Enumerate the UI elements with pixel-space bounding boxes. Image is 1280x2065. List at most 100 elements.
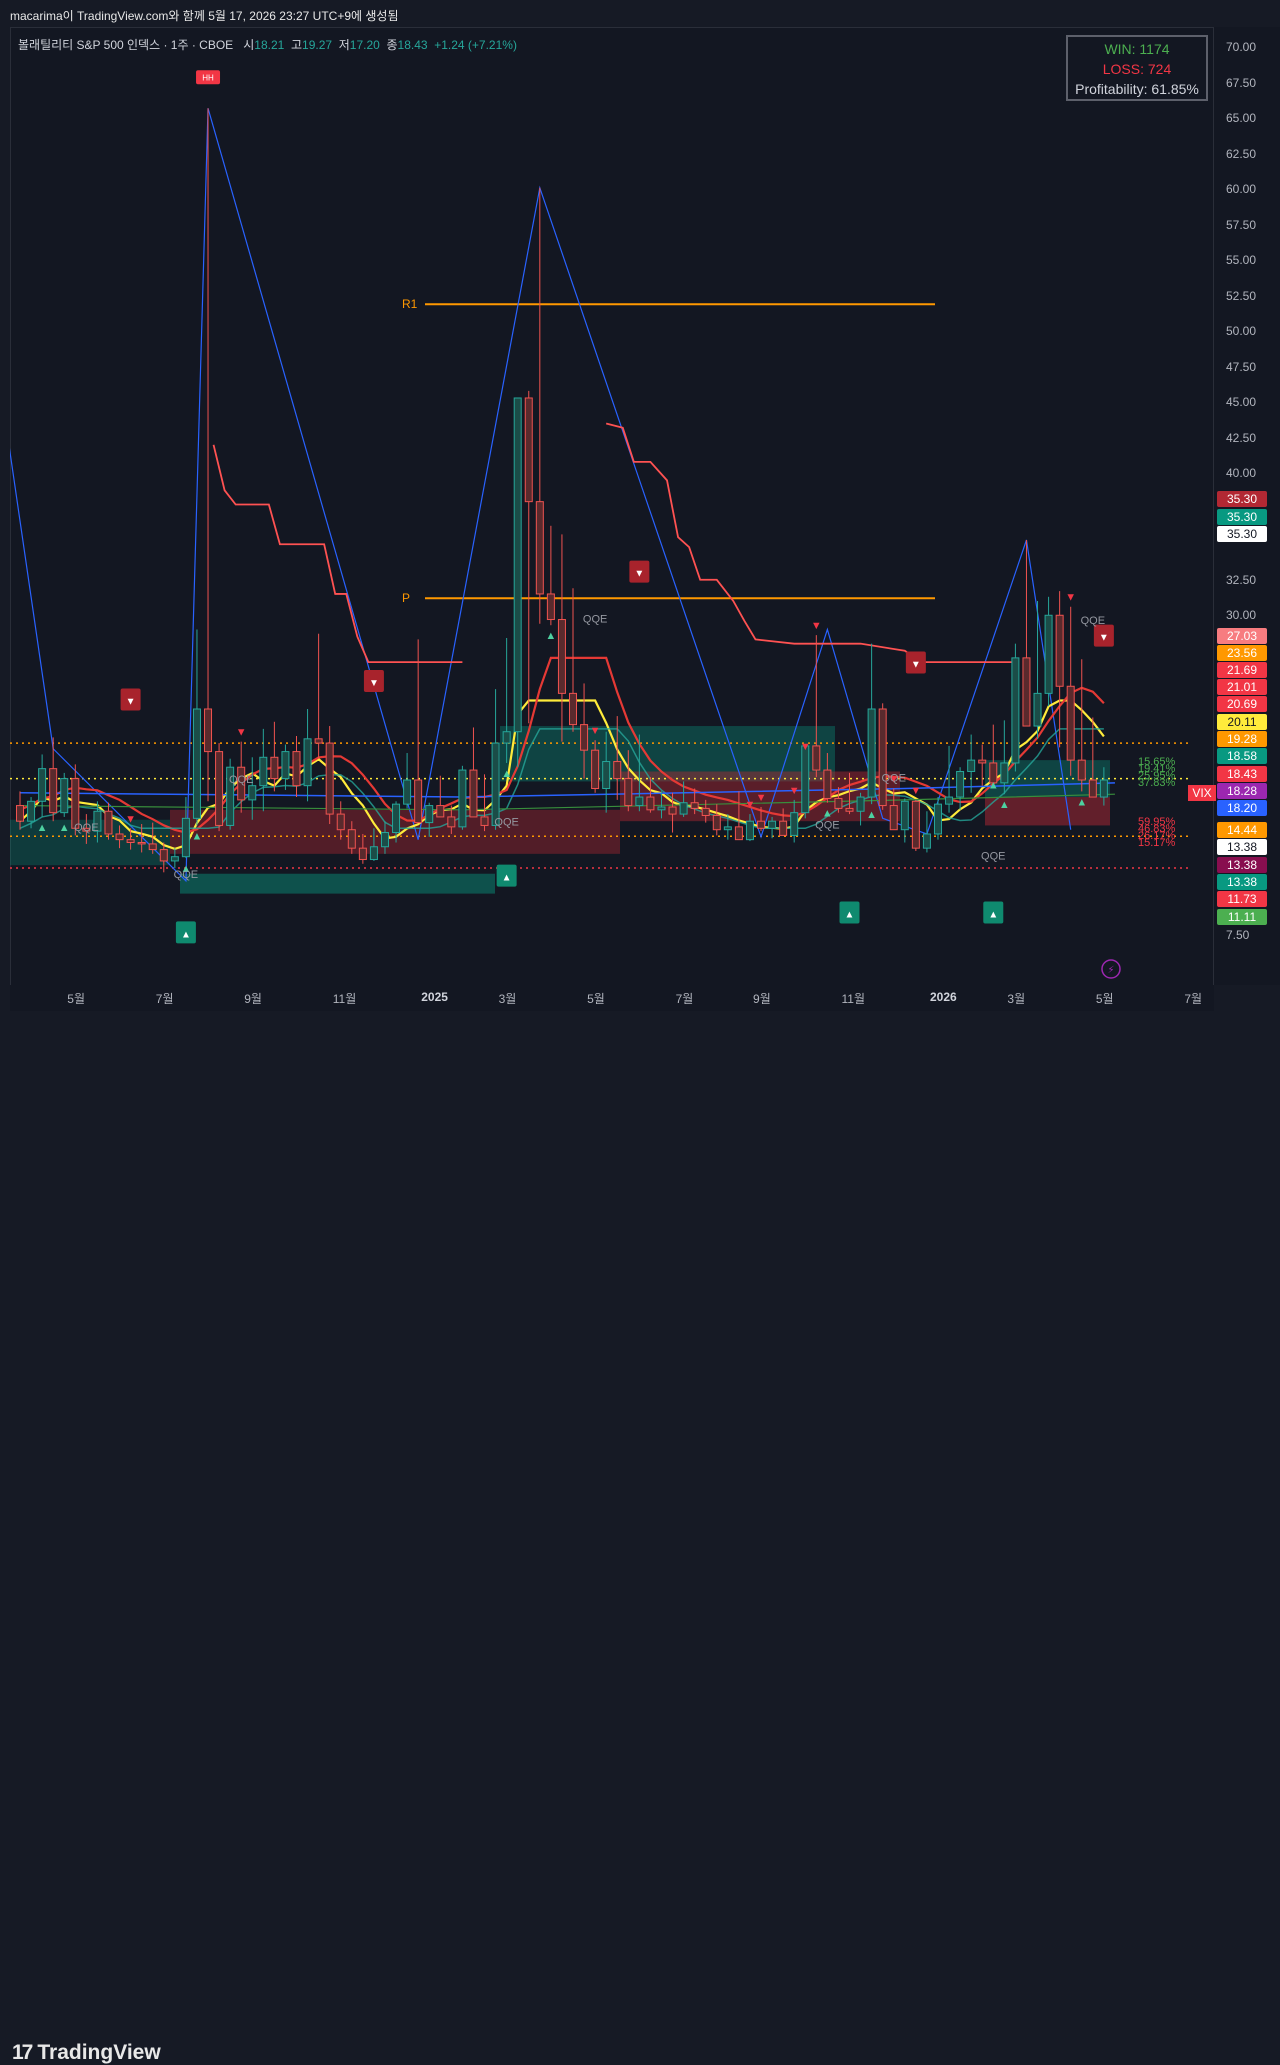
candle-body: [701, 807, 710, 817]
candle-body: [679, 802, 688, 815]
sell-signal-badge: ▼: [363, 670, 384, 693]
candle-body: [303, 738, 312, 787]
sell-signal-badge: ▼: [120, 688, 141, 711]
low-label: 저: [338, 38, 350, 52]
buy-signal-badge: ▲: [839, 901, 860, 924]
snapshot-note: macarima이 TradingView.com와 함께 5월 17, 202…: [10, 9, 399, 23]
price-tag: 21.01: [1217, 679, 1267, 695]
candle-body: [602, 761, 611, 790]
buy-arrow-icon: ▲: [59, 822, 70, 834]
buy-arrow-icon: ▲: [1076, 796, 1087, 808]
price-tick: 47.50: [1226, 359, 1257, 374]
candle-body: [779, 820, 788, 836]
buy-arrow-icon: ▲: [37, 822, 48, 834]
candle-body: [1099, 779, 1108, 798]
price-tick: 55.00: [1226, 253, 1257, 268]
candle-body: [159, 849, 168, 862]
candle-body: [325, 742, 334, 815]
time-tick: 5월: [67, 992, 86, 1006]
candle: [922, 811, 931, 853]
candle: [535, 187, 544, 624]
candle-body: [148, 843, 157, 851]
candle: [878, 703, 887, 810]
price-tag: 18.20: [1217, 800, 1267, 816]
candle: [491, 689, 500, 830]
candle: [569, 588, 577, 732]
candle-body: [392, 803, 401, 834]
candle-body: [358, 847, 367, 861]
candle-body: [945, 796, 954, 805]
qqe-label: QQE: [981, 851, 1005, 863]
brand-name: TradingView: [37, 2041, 161, 2064]
chart-canvas[interactable]: R1P▼▼ ▼▼▼▼▼▼▼▼▼▲ ▲▲▲▲▲▲ ▲▲▲ ▲▼▼▼▼▼▲▲▲ ▲HHQQEQ…: [10, 27, 1214, 985]
candle: [270, 721, 279, 792]
candle-body: [1011, 657, 1020, 764]
candle-body: [436, 805, 445, 818]
candle-body: [425, 805, 434, 824]
change-value: +1.24 (+7.21%): [434, 38, 517, 52]
candle-body: [867, 708, 876, 798]
candle-body: [557, 619, 566, 694]
tradingview-logo[interactable]: 17 TradingView: [12, 2041, 161, 2065]
buy-arrow-icon: ▲: [545, 630, 556, 642]
candle-body: [900, 800, 909, 831]
time-axis[interactable]: [10, 985, 1214, 1011]
win-loss-panel: WIN: 1174 LOSS: 724 Profitability: 61.85…: [1066, 35, 1208, 101]
candle-body: [126, 839, 135, 843]
down-arrow-icon: ▼: [1099, 633, 1109, 644]
candle-body: [834, 797, 843, 809]
candle: [1022, 539, 1031, 727]
buy-arrow-icon: ▲: [501, 768, 512, 780]
candle-body: [292, 751, 301, 787]
price-tag: 13.38: [1217, 857, 1267, 873]
sell-signal-badge: ▼: [629, 560, 650, 583]
candle-body: [624, 778, 633, 807]
candle-body: [911, 800, 920, 849]
candle-body: [104, 810, 113, 835]
candle-body: [956, 770, 965, 798]
candle: [1055, 591, 1064, 748]
candle: [1066, 606, 1075, 776]
candle-body: [1077, 759, 1086, 781]
qqe-label: QQE: [229, 774, 253, 786]
sell-arrow-icon: ▼: [811, 620, 822, 632]
buy-arrow-icon: ▲: [988, 779, 999, 791]
footer: 17 TradingView: [0, 1011, 1280, 2064]
candle-body: [745, 820, 754, 841]
candle: [192, 629, 201, 826]
candle: [215, 743, 224, 832]
candle-body: [281, 751, 290, 780]
candle-body: [27, 800, 36, 822]
candle: [226, 758, 235, 830]
sell-arrow-icon: ▼: [789, 785, 800, 797]
candle-body: [535, 501, 544, 595]
candle-body: [978, 759, 987, 764]
candle: [1077, 659, 1086, 792]
sell-arrow-icon: ▼: [745, 799, 756, 811]
candle-body: [38, 768, 47, 802]
candle-body: [137, 841, 146, 845]
snapshot-header: macarima이 TradingView.com와 함께 5월 17, 202…: [0, 0, 1280, 27]
price-tag: 23.56: [1217, 645, 1267, 661]
candle-body: [314, 738, 323, 744]
candle-body: [1055, 614, 1064, 687]
candle-body: [192, 708, 201, 819]
time-tick: 7월: [155, 992, 174, 1006]
candle-body: [369, 846, 378, 861]
price-tick: 32.50: [1226, 572, 1257, 587]
up-arrow-icon: ▲: [988, 909, 998, 920]
candle-body: [336, 813, 345, 831]
candle-body: [922, 833, 931, 849]
price-tick: 40.00: [1226, 466, 1257, 481]
candle-body: [723, 826, 732, 831]
candle: [292, 735, 301, 798]
price-tag: 27.03: [1217, 628, 1267, 644]
price-tag: 13.38: [1217, 839, 1267, 855]
close-value: 18.43: [397, 38, 428, 52]
symbol-name[interactable]: 볼래틸리티 S&P 500 인덱스 · 1주 · CBOE: [18, 38, 233, 52]
candle: [1044, 596, 1053, 707]
candle: [513, 397, 522, 768]
candle-body: [480, 816, 489, 826]
price-tick: 70.00: [1226, 40, 1257, 55]
high-label: 고: [290, 38, 303, 52]
